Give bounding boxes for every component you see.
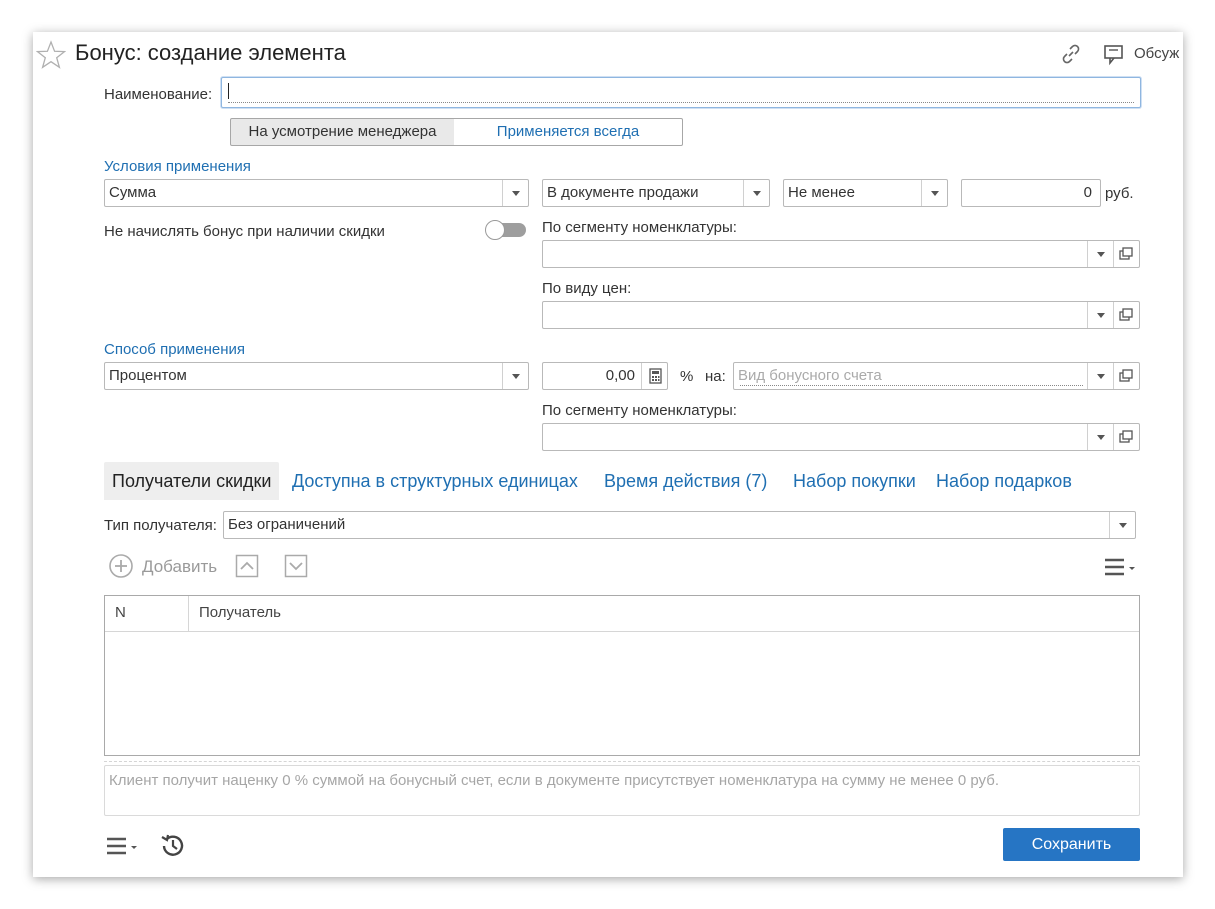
column-header-n[interactable]: N bbox=[115, 604, 126, 621]
column-header-recipient[interactable]: Получатель bbox=[199, 604, 281, 621]
condition-type-select[interactable]: Сумма bbox=[104, 179, 529, 207]
amount-unit-label: руб. bbox=[1105, 185, 1134, 202]
recipient-type-label: Тип получателя: bbox=[104, 517, 217, 534]
tab-purchase-set[interactable]: Набор покупки bbox=[793, 462, 916, 500]
open-icon[interactable] bbox=[1113, 302, 1139, 328]
tab-structural-units[interactable]: Доступна в структурных единицах bbox=[292, 462, 578, 500]
footer-menu-icon[interactable] bbox=[106, 835, 140, 857]
method-type-value: Процентом bbox=[109, 367, 187, 384]
text-caret bbox=[228, 83, 229, 99]
mode-option-always[interactable]: Применяется всегда bbox=[454, 118, 683, 146]
condition-where-value: В документе продажи bbox=[547, 184, 699, 201]
chevron-down-icon[interactable] bbox=[1087, 424, 1113, 450]
price-type-select[interactable] bbox=[542, 301, 1140, 329]
name-input[interactable] bbox=[221, 77, 1141, 108]
chevron-down-icon[interactable] bbox=[1087, 363, 1113, 389]
tab-gift-set[interactable]: Набор подарков bbox=[936, 462, 1072, 500]
form-window: Бонус: создание элемента Обсуж Наименова… bbox=[33, 32, 1183, 877]
method-segment-label: По сегменту номенклатуры: bbox=[542, 402, 737, 419]
discuss-label[interactable]: Обсуж bbox=[1134, 45, 1179, 62]
bonus-account-select[interactable]: Вид бонусного счета bbox=[733, 362, 1140, 390]
mode-option-manager[interactable]: На усмотрение менеджера bbox=[230, 118, 455, 146]
column-divider bbox=[188, 596, 189, 631]
chevron-down-icon[interactable] bbox=[921, 180, 947, 206]
condition-amount-input[interactable]: 0 bbox=[961, 179, 1101, 207]
favorite-star-icon[interactable] bbox=[36, 40, 66, 70]
open-icon[interactable] bbox=[1113, 241, 1139, 267]
divider bbox=[104, 761, 1140, 762]
method-section-title: Способ применения bbox=[104, 341, 245, 358]
calculator-icon[interactable] bbox=[641, 363, 667, 389]
condition-compare-value: Не менее bbox=[788, 184, 855, 201]
recipient-type-select[interactable]: Без ограничений bbox=[223, 511, 1136, 539]
segment-select[interactable] bbox=[542, 240, 1140, 268]
method-percent-value: 0,00 bbox=[605, 367, 635, 384]
open-icon[interactable] bbox=[1113, 424, 1139, 450]
condition-type-value: Сумма bbox=[109, 184, 157, 201]
save-button[interactable]: Сохранить bbox=[1003, 828, 1140, 861]
chevron-down-icon[interactable] bbox=[743, 180, 769, 206]
no-bonus-label: Не начислять бонус при наличии скидки bbox=[104, 223, 385, 240]
move-down-icon[interactable] bbox=[284, 554, 308, 578]
percent-sign: % bbox=[680, 368, 694, 385]
discussion-icon[interactable] bbox=[1102, 42, 1126, 66]
chevron-down-icon[interactable] bbox=[502, 363, 528, 389]
add-button[interactable]: Добавить bbox=[142, 557, 217, 577]
chevron-down-icon[interactable] bbox=[502, 180, 528, 206]
input-underline bbox=[740, 385, 1083, 386]
chevron-down-icon[interactable] bbox=[1087, 302, 1113, 328]
condition-where-select[interactable]: В документе продажи bbox=[542, 179, 770, 207]
tab-recipients[interactable]: Получатели скидки bbox=[104, 462, 280, 500]
open-icon[interactable] bbox=[1113, 363, 1139, 389]
info-text: Клиент получит наценку 0 % суммой на бон… bbox=[104, 765, 1140, 816]
price-type-label: По виду цен: bbox=[542, 280, 632, 297]
input-underline bbox=[228, 102, 1134, 103]
chevron-down-icon[interactable] bbox=[1109, 512, 1135, 538]
page-title: Бонус: создание элемента bbox=[75, 40, 346, 65]
method-type-select[interactable]: Процентом bbox=[104, 362, 529, 390]
table-header: N Получатель bbox=[105, 596, 1139, 632]
history-icon[interactable] bbox=[159, 832, 187, 860]
on-label: на: bbox=[705, 368, 726, 385]
method-percent-input[interactable]: 0,00 bbox=[542, 362, 668, 390]
bonus-account-placeholder: Вид бонусного счета bbox=[738, 367, 882, 384]
recipient-type-value: Без ограничений bbox=[228, 516, 346, 533]
recipients-table[interactable]: N Получатель bbox=[104, 595, 1140, 756]
tab-time[interactable]: Время действия (7) bbox=[604, 462, 767, 500]
no-bonus-toggle[interactable] bbox=[484, 220, 528, 240]
move-up-icon[interactable] bbox=[235, 554, 259, 578]
condition-compare-select[interactable]: Не менее bbox=[783, 179, 948, 207]
link-icon[interactable] bbox=[1059, 42, 1083, 66]
conditions-section-title: Условия применения bbox=[104, 158, 251, 175]
more-menu-icon[interactable] bbox=[1104, 556, 1138, 578]
method-segment-select[interactable] bbox=[542, 423, 1140, 451]
add-icon[interactable] bbox=[108, 553, 134, 579]
chevron-down-icon[interactable] bbox=[1087, 241, 1113, 267]
name-label: Наименование: bbox=[104, 86, 213, 103]
segment-label: По сегменту номенклатуры: bbox=[542, 219, 737, 236]
